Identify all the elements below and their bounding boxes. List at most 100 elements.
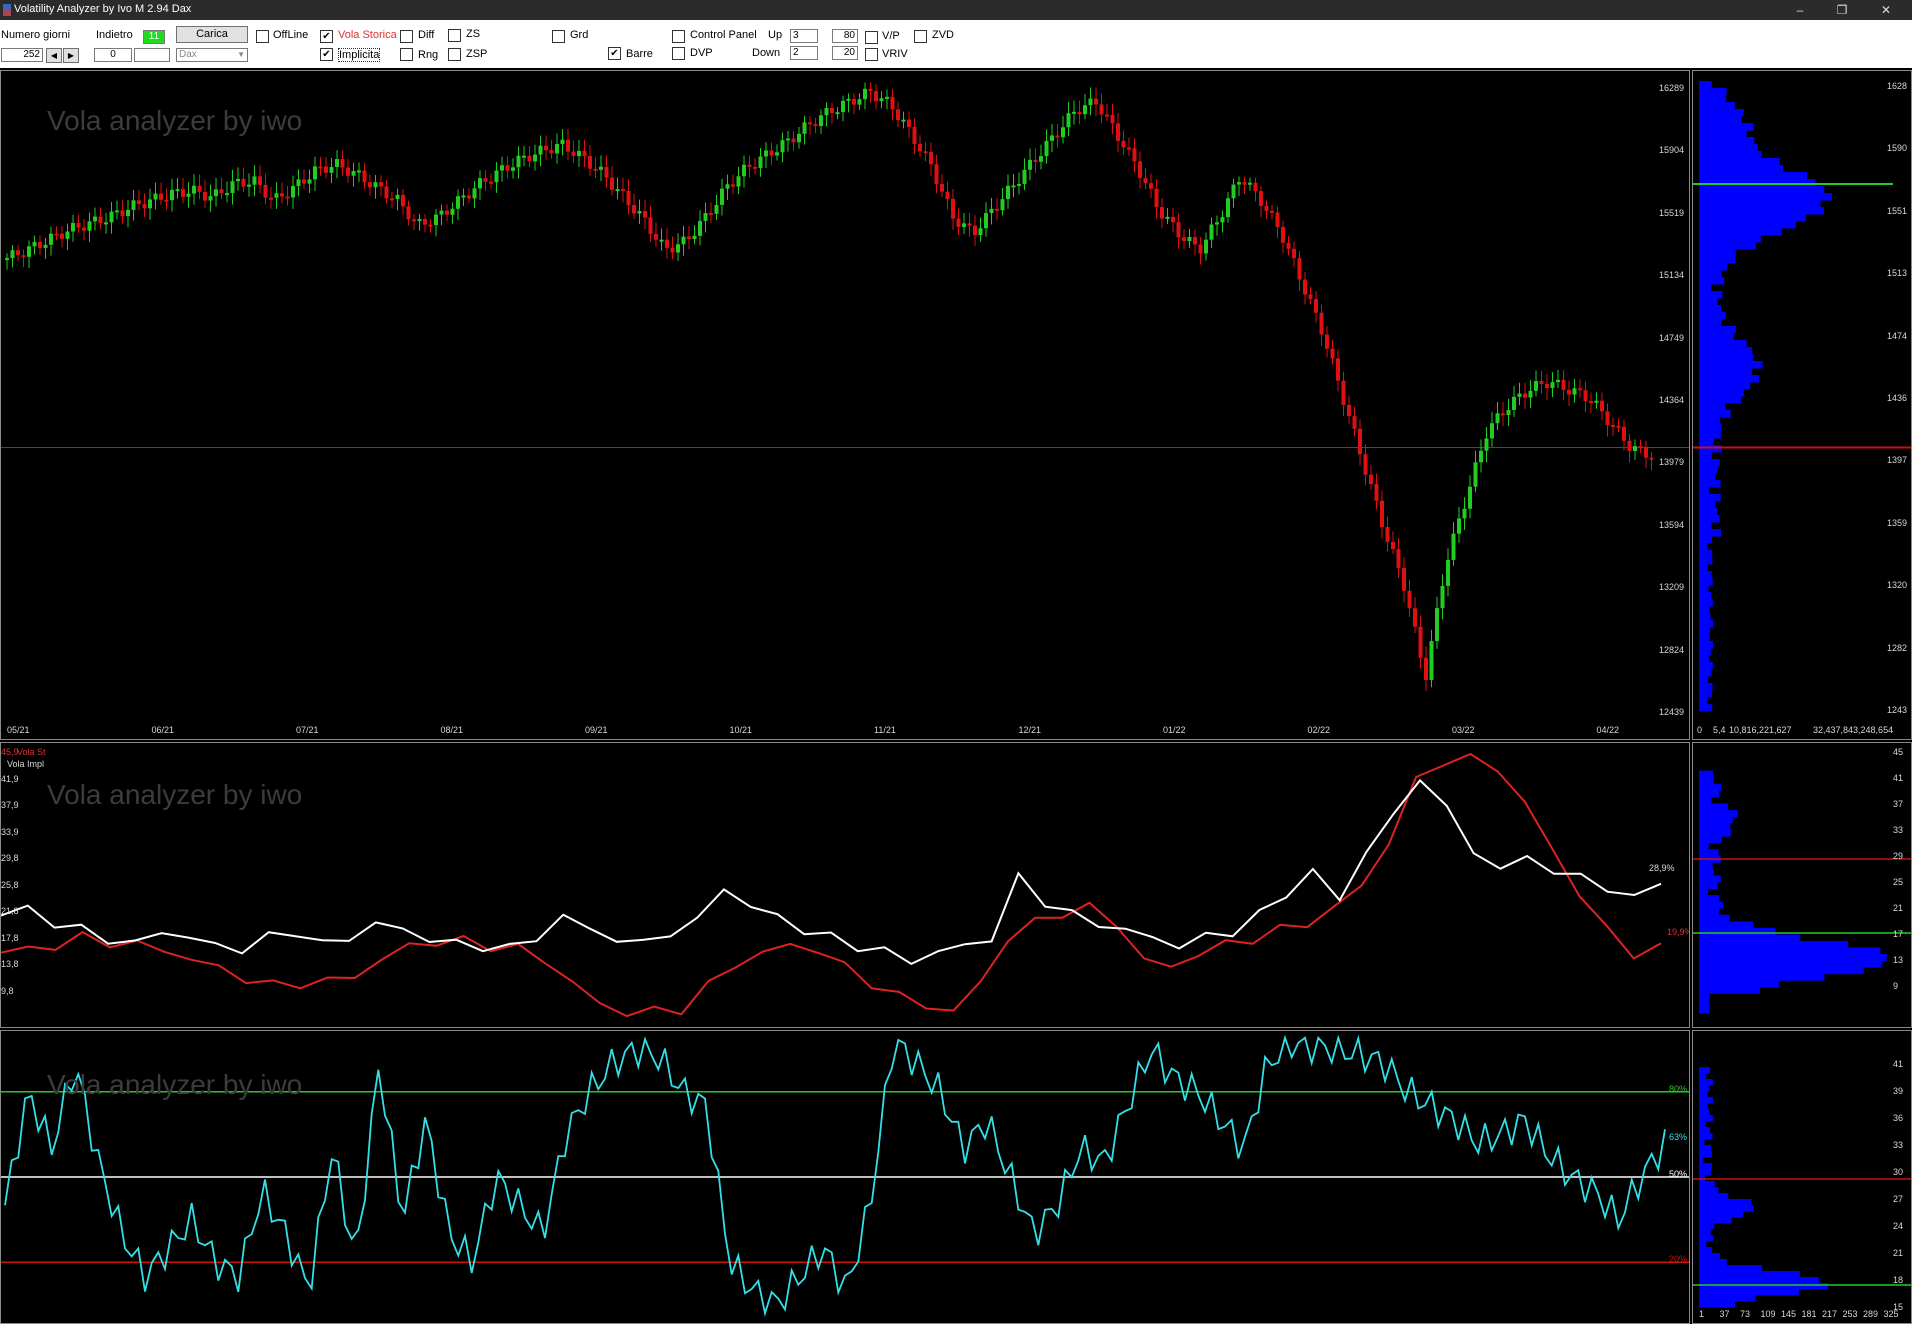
zsp-checkbox[interactable] [448, 48, 461, 61]
vol-profile-bar [1699, 888, 1708, 896]
indietro-input[interactable]: 0 [94, 48, 132, 62]
osc-profile-bar [1699, 1073, 1707, 1080]
osc-profile-bar [1699, 1133, 1713, 1140]
price-chart-panel[interactable]: Vola analyzer by iwo 16289 15904 15519 1513… [0, 70, 1690, 740]
candle-body [780, 140, 785, 153]
volume-profile-bar [1699, 417, 1721, 425]
grd-checkbox[interactable] [552, 30, 565, 43]
up-label: Up [768, 29, 783, 41]
zs-checkbox[interactable] [448, 29, 461, 42]
osc-profile-y-tick: 30 [1893, 1167, 1904, 1177]
candle-body [401, 194, 405, 207]
vol-profile-bar [1699, 816, 1733, 824]
candle-body [654, 234, 658, 240]
offline-checkbox[interactable] [256, 30, 269, 43]
rng-checkbox[interactable] [400, 48, 413, 61]
candle-body [269, 197, 273, 200]
blank-input[interactable] [134, 48, 170, 62]
numero-giorni-input[interactable]: 252 [1, 48, 43, 62]
down-pct-input[interactable]: 20 [832, 46, 858, 60]
candle-body [615, 189, 620, 192]
up-input[interactable]: 3 [790, 29, 818, 43]
close-button[interactable]: ✕ [1866, 0, 1906, 20]
vol-profile-y-tick: 13 [1893, 955, 1904, 965]
volume-profile-bar [1699, 389, 1744, 397]
candle-body [1325, 334, 1329, 349]
osc-profile-bar [1699, 1079, 1713, 1086]
candle-body [1605, 411, 1610, 426]
control-panel-checkbox[interactable] [672, 30, 685, 43]
osc-profile-y-tick: 27 [1893, 1194, 1904, 1204]
volume-profile-bar [1699, 214, 1806, 222]
osc-profile-bar [1699, 1223, 1715, 1230]
candle-body [1182, 237, 1186, 242]
volume-profile-bar [1699, 578, 1713, 586]
candle-body [313, 166, 317, 180]
candle-body [1583, 390, 1588, 402]
candle-body [1528, 390, 1533, 398]
vriv-checkbox[interactable] [865, 48, 878, 61]
diff-checkbox[interactable] [400, 30, 413, 43]
candle-body [1028, 159, 1032, 170]
candle-body [1154, 188, 1159, 208]
candle-body [291, 186, 295, 198]
vol-profile-bar [1699, 999, 1709, 1007]
increment-button[interactable]: ▶ [63, 48, 79, 63]
volatility-chart-panel[interactable]: Vola analyzer by iwo Vola St Vola Impl 2… [0, 742, 1690, 1028]
osc-profile-bar [1699, 1085, 1709, 1092]
candle-body [1539, 381, 1544, 385]
candle-body [192, 185, 196, 194]
volume-profile-bar [1699, 508, 1718, 516]
volume-profile-bar [1699, 256, 1736, 264]
down-input[interactable]: 2 [790, 46, 818, 60]
candle-body [1193, 236, 1197, 245]
volume-profile-bar [1699, 487, 1710, 495]
barre-checkbox[interactable]: ✔ [608, 47, 621, 60]
ticker-select[interactable]: Dax ▼ [176, 48, 248, 62]
decrement-button[interactable]: ◀ [46, 48, 62, 63]
volume-profile-bar [1699, 123, 1754, 131]
osc-profile-bar [1699, 1283, 1828, 1290]
osc-profile-bar [1699, 1115, 1713, 1122]
implicita-checkbox[interactable]: ✔ [320, 48, 333, 61]
up-pct-input[interactable]: 80 [832, 29, 858, 43]
osc-profile-bar [1699, 1295, 1756, 1302]
candle-body [1110, 114, 1115, 124]
candle-body [412, 219, 416, 222]
restore-button[interactable]: ❐ [1822, 0, 1862, 20]
candle-body [395, 194, 400, 200]
price-x-tick: 11/21 [874, 725, 896, 735]
oscillator-chart-panel[interactable]: Vola analyzer by iwo 80% 63% 50% 20% [0, 1030, 1690, 1324]
vol-profile-y-tick: 17 [1893, 929, 1904, 939]
volume-profile-bar [1699, 529, 1721, 537]
dvp-checkbox[interactable] [672, 47, 685, 60]
candle-body [907, 119, 911, 127]
volume-profile-bar [1699, 452, 1712, 460]
candle-body [1127, 147, 1131, 150]
osc-profile-x-tick: 217 [1822, 1309, 1838, 1319]
carica-button[interactable]: Carica [176, 26, 248, 43]
candle-body [197, 185, 202, 192]
candle-body [1484, 438, 1489, 451]
candle-body [736, 176, 741, 187]
vola-storica-checkbox[interactable]: ✔ [320, 30, 333, 43]
volume-profile-bar [1699, 263, 1728, 271]
vol-profile-bar [1699, 882, 1718, 890]
vol-y-tick: 33,9 [1, 826, 19, 837]
osc-profile-bar [1699, 1193, 1729, 1200]
candle-body [120, 210, 125, 217]
volume-profile-bar [1699, 130, 1747, 138]
volume-profile-bar [1699, 88, 1727, 96]
candle-body [1198, 244, 1203, 254]
volume-profile-bar [1699, 683, 1713, 691]
minimize-button[interactable]: – [1780, 0, 1820, 20]
osc-profile-bar [1699, 1169, 1712, 1176]
zvd-checkbox[interactable] [914, 30, 927, 43]
vol-profile-bar [1699, 895, 1720, 903]
vol-profile-bar [1699, 921, 1754, 929]
candle-body [76, 222, 81, 228]
osc-profile-x-tick: 109 [1760, 1309, 1776, 1319]
vp-checkbox[interactable] [865, 31, 878, 44]
price-y-tick: 16289 [1659, 83, 1685, 93]
vol-profile-bar [1699, 875, 1721, 883]
